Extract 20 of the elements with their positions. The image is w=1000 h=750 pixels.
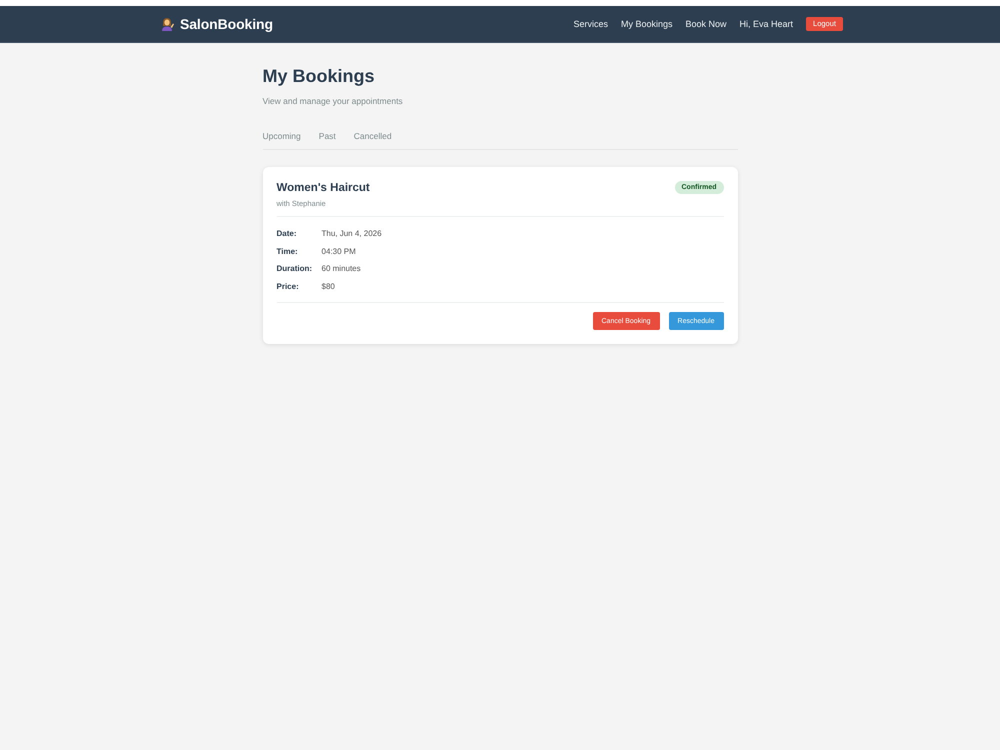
user-greeting: Hi, Eva Heart	[740, 19, 794, 29]
detail-value: $80	[322, 280, 336, 292]
nav-link[interactable]: Services	[573, 19, 608, 29]
brand-logo[interactable]: SalonBooking	[180, 16, 273, 32]
detail-value: 60 minutes	[322, 263, 362, 274]
person-icon	[160, 17, 174, 31]
detail-value: 04:30 PM	[322, 246, 357, 257]
detail-label: Time:	[276, 246, 299, 257]
detail-label: Price:	[276, 280, 300, 292]
nav-link[interactable]: My Bookings	[620, 19, 672, 29]
detail-value: Thu, Jun 4, 2026	[322, 228, 382, 240]
page-title: My Bookings	[262, 65, 376, 87]
tab[interactable]: Past	[318, 131, 336, 141]
detail-label: Date:	[276, 228, 298, 240]
nav-link[interactable]: Book Now	[685, 19, 727, 29]
tab[interactable]: Cancelled	[354, 131, 392, 141]
detail-label: Duration:	[276, 263, 314, 274]
tab[interactable]: Upcoming	[262, 131, 301, 141]
page-subtitle: View and manage your appointments	[262, 96, 404, 106]
service-name: Women's Haircut	[276, 181, 370, 195]
